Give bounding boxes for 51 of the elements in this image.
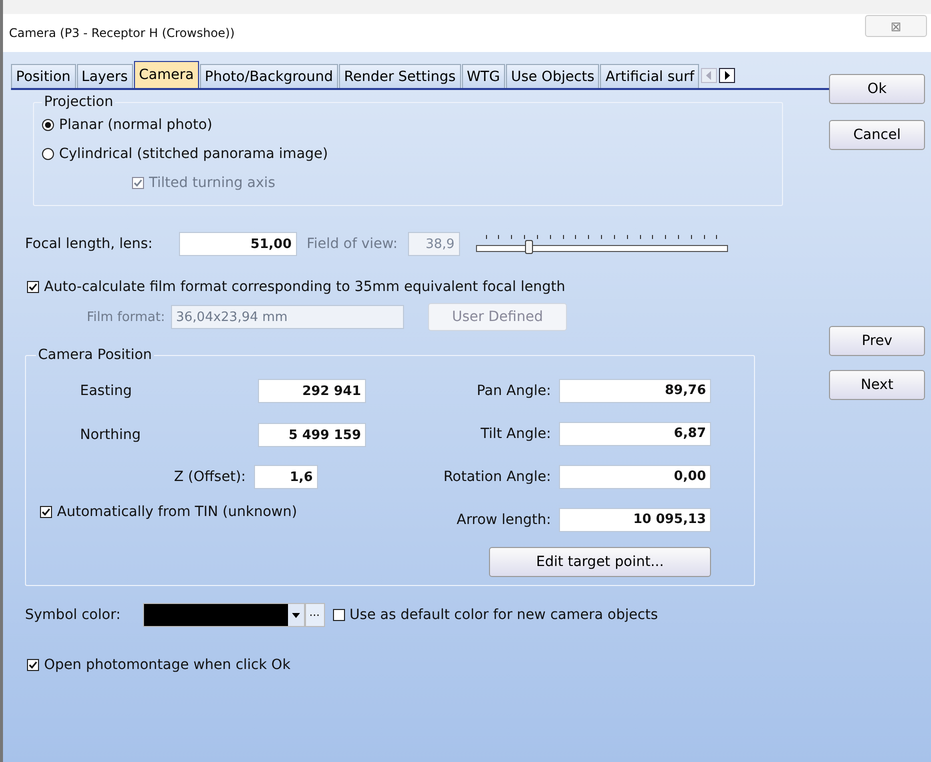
tab[interactable]: WTG — [462, 64, 505, 88]
angle-field[interactable]: 0,00 — [559, 464, 711, 488]
angle-field[interactable]: 10 095,13 — [559, 508, 711, 532]
edit-target-point-button[interactable]: Edit target point... — [489, 547, 711, 577]
radio-option[interactable]: Cylindrical (stitched panorama image) — [42, 139, 772, 168]
field-label: Symbol color: — [25, 607, 121, 623]
checkbox-option[interactable]: Automatically from TIN (unknown) — [36, 497, 371, 526]
radio-button[interactable] — [42, 148, 54, 160]
slider-thumb[interactable] — [525, 240, 534, 254]
checkbox[interactable] — [332, 609, 345, 621]
tab[interactable]: Layers — [76, 64, 133, 88]
field-label: Focal length, lens: — [25, 236, 153, 252]
field-label: Easting — [79, 383, 133, 399]
angle-field[interactable]: 6,87 — [559, 422, 711, 446]
more-button[interactable]: ··· — [304, 603, 325, 627]
group-title: Projection — [43, 94, 114, 110]
checkbox[interactable] — [27, 280, 39, 292]
checkbox-option[interactable]: Open photomontage when click Ok — [25, 650, 829, 679]
checkbox-option[interactable]: Auto-calculate film format corresponding to 35mm equivalent focal length — [25, 272, 829, 301]
checkbox[interactable] — [27, 658, 39, 670]
window-title: Camera (P3 - Receptor H (Crowshoe)) — [9, 26, 235, 40]
coordinate-field[interactable]: 5 499 159 — [258, 423, 366, 447]
scroll-right-icon[interactable] — [719, 68, 736, 83]
tab[interactable]: Use Objects — [506, 64, 600, 88]
field-label: Pan Angle: — [476, 382, 551, 398]
tab[interactable]: Camera — [134, 61, 199, 88]
radio-option[interactable]: Planar (normal photo) — [42, 110, 772, 139]
field-label: Film format: — [86, 310, 165, 324]
checkbox[interactable] — [40, 506, 52, 518]
group-title: Camera Position — [37, 347, 153, 363]
dialog-button[interactable]: Next — [829, 370, 925, 400]
radio-button[interactable] — [42, 118, 54, 130]
dialog-button[interactable]: Ok — [829, 74, 925, 104]
tab[interactable]: Artificial surf — [600, 64, 700, 88]
dialog-button[interactable]: Cancel — [829, 120, 925, 150]
field-label: Arrow length: — [456, 512, 551, 528]
field-label: Northing — [79, 427, 142, 443]
tab[interactable]: Photo/Background — [200, 64, 338, 88]
checkbox-option[interactable]: Use as default color for new camera objects — [332, 600, 658, 630]
tab[interactable]: Render Settings — [338, 64, 461, 88]
coordinate-field[interactable]: 292 941 — [258, 379, 366, 403]
dialog-button[interactable]: Prev — [829, 326, 925, 356]
focal-length-field[interactable]: 51,00 — [178, 232, 297, 256]
field-label: Rotation Angle: — [443, 468, 551, 484]
field-label: Tilt Angle: — [480, 426, 551, 442]
field-label: Z (Offset): — [174, 469, 246, 485]
tab[interactable]: Position — [11, 64, 76, 88]
field-label: Field of view: — [306, 236, 398, 252]
angle-field[interactable]: 89,76 — [559, 378, 711, 402]
coordinate-field[interactable]: 1,6 — [254, 465, 318, 489]
color-picker[interactable] — [142, 603, 305, 627]
